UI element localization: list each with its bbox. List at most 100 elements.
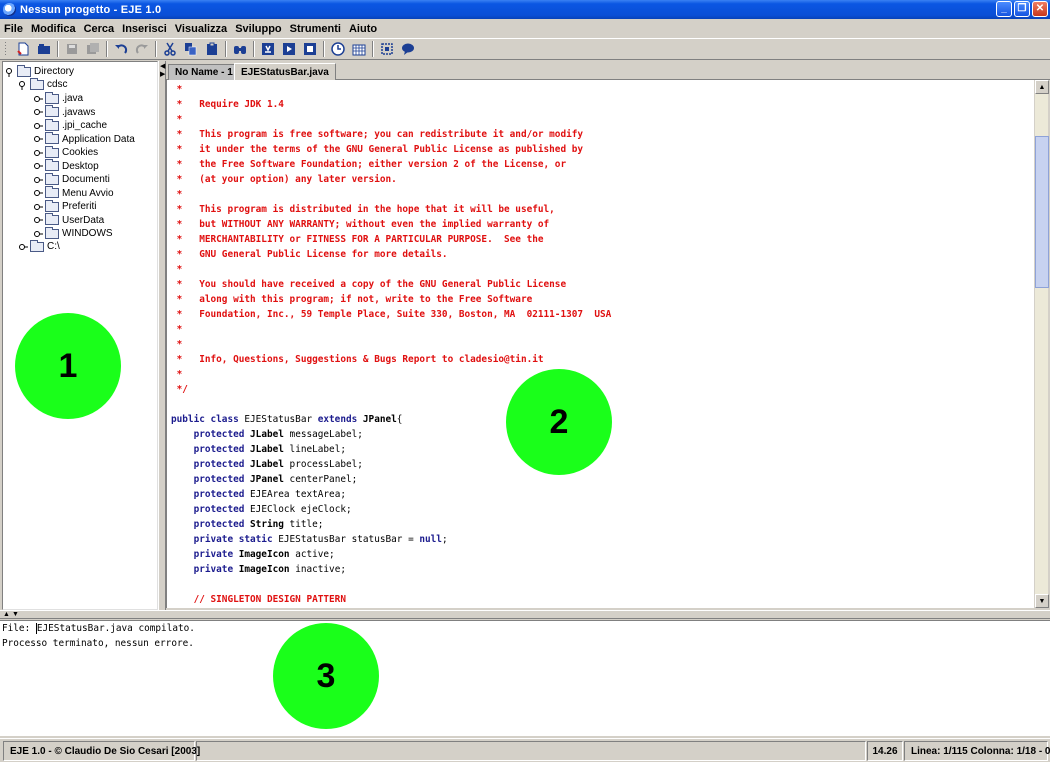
toolbar-separator (323, 41, 325, 57)
save-all-icon[interactable] (84, 41, 101, 57)
collapse-up-icon[interactable]: ▲ (3, 611, 10, 618)
editor-scrollbar[interactable]: ▲ ▼ (1034, 80, 1049, 608)
tree-node-label: .jpi_cache (62, 120, 108, 131)
node-collapsed-icon[interactable] (33, 215, 43, 225)
tree-node-folder[interactable]: Documenti (33, 172, 110, 186)
code-editor[interactable]: * * Require JDK 1.4 * * This program is … (166, 80, 1034, 608)
node-collapsed-icon[interactable] (33, 229, 43, 239)
tree-node-folder[interactable]: Cookies (33, 145, 98, 159)
code-line: * along with this program; if not, write… (171, 292, 611, 307)
compile-icon[interactable] (259, 41, 276, 57)
menu-aiuto[interactable]: Aiuto (345, 23, 381, 35)
code-token: processLabel; (289, 459, 363, 470)
minimize-button[interactable]: _ (996, 1, 1012, 17)
menu-visualizza[interactable]: Visualizza (171, 23, 231, 35)
vertical-splitter[interactable]: ◀ ▶ (158, 61, 166, 610)
calendar-icon[interactable] (350, 41, 367, 57)
toolbar-grip[interactable] (4, 41, 8, 57)
tree-node-folder[interactable]: Desktop (33, 159, 99, 173)
horizontal-splitter[interactable]: ▲ ▼ (0, 610, 1050, 619)
tree-node-folder[interactable]: UserData (33, 213, 104, 227)
menu-strumenti[interactable]: Strumenti (286, 23, 345, 35)
settings-icon[interactable] (378, 41, 395, 57)
code-line: * Foundation, Inc., 59 Temple Place, Sui… (171, 307, 612, 322)
tree-node-label: WINDOWS (62, 228, 113, 239)
maximize-button[interactable]: ❐ (1014, 1, 1030, 17)
app-icon[interactable] (3, 3, 16, 16)
clock-icon[interactable] (329, 41, 346, 57)
tree-node-folder[interactable]: .java (33, 91, 83, 105)
copy-icon[interactable] (182, 41, 199, 57)
scroll-up-button[interactable]: ▲ (1035, 80, 1049, 94)
code-token: * MERCHANTABILITY or FITNESS FOR A PARTI… (171, 234, 544, 245)
tree-node-folder[interactable]: WINDOWS (33, 226, 113, 240)
code-token: * Foundation, Inc., 59 Temple Place, Sui… (171, 309, 612, 320)
arrow-up-icon: ▲ (1038, 83, 1046, 91)
tree-node-folder[interactable]: .jpi_cache (33, 118, 108, 132)
tree-node-label: Menu Avvio (62, 187, 114, 199)
collapse-left-icon[interactable]: ◀ (160, 63, 165, 70)
tree-node-label: .javaws (62, 106, 96, 118)
help-icon[interactable] (399, 41, 416, 57)
node-collapsed-icon[interactable] (33, 94, 43, 104)
open-icon[interactable] (35, 41, 52, 57)
menu-file[interactable]: File (0, 23, 27, 35)
save-icon[interactable] (63, 41, 80, 57)
menu-cerca[interactable]: Cerca (80, 23, 119, 35)
node-collapsed-icon[interactable] (33, 188, 43, 198)
code-line: * the Free Software Foundation; either v… (171, 157, 611, 172)
tree-node-cdsc[interactable]: cdsc (18, 77, 68, 91)
scroll-down-button[interactable]: ▼ (1035, 594, 1049, 608)
tree-node-folder[interactable]: Preferiti (33, 199, 96, 213)
code-line: * (171, 187, 611, 202)
node-expanded-icon[interactable] (5, 67, 15, 77)
undo-icon[interactable] (112, 41, 129, 57)
node-collapsed-icon[interactable] (33, 148, 43, 158)
tab-ejestatusbar[interactable]: EJEStatusBar.java (234, 63, 336, 81)
code-token: active; (295, 549, 335, 560)
debug-icon[interactable] (301, 41, 318, 57)
expand-right-icon[interactable]: ▶ (160, 71, 165, 78)
node-collapsed-icon[interactable] (33, 202, 43, 212)
tree-node-folder[interactable]: Menu Avvio (33, 186, 114, 200)
close-button[interactable]: ✕ (1032, 1, 1048, 17)
menu-sviluppo[interactable]: Sviluppo (231, 23, 285, 35)
node-collapsed-icon[interactable] (33, 121, 43, 131)
node-collapsed-icon[interactable] (18, 242, 28, 252)
code-token: * This program is distributed in the hop… (171, 204, 555, 215)
code-token: * GNU General Public License for more de… (171, 249, 448, 260)
tree-node-drive-c[interactable]: C:\ (18, 239, 60, 253)
menu-modifica[interactable]: Modifica (27, 23, 80, 35)
status-bar: EJE 1.0 - © Claudio De Sio Cesari [2003]… (0, 738, 1050, 762)
tree-node-folder[interactable]: .javaws (33, 105, 96, 119)
code-line: * (171, 82, 611, 97)
find-icon[interactable] (231, 41, 248, 57)
node-expanded-icon[interactable] (18, 80, 28, 90)
expand-down-icon[interactable]: ▼ (12, 611, 19, 618)
redo-icon[interactable] (133, 41, 150, 57)
menu-inserisci[interactable]: Inserisci (118, 23, 171, 35)
marker-number: 3 (316, 656, 336, 695)
new-file-icon[interactable] (14, 41, 31, 57)
copyright-text: EJE 1.0 - © Claudio De Sio Cesari [2003] (10, 745, 201, 757)
node-collapsed-icon[interactable] (33, 175, 43, 185)
status-position: Linea: 1/115 Colonna: 1/18 - 0% (904, 741, 1050, 761)
tab-no-name[interactable]: No Name - 1 (168, 64, 240, 80)
output-console[interactable]: File: EJEStatusBar.java compilato. Proce… (0, 620, 1050, 736)
folder-icon (45, 186, 59, 198)
node-collapsed-icon[interactable] (33, 134, 43, 144)
paste-icon[interactable] (203, 41, 220, 57)
code-token: * This program is free software; you can… (171, 129, 584, 140)
node-collapsed-icon[interactable] (33, 107, 43, 117)
scroll-thumb[interactable] (1035, 136, 1049, 288)
tree-node-directory[interactable]: Directory (5, 64, 74, 78)
cut-icon[interactable] (161, 41, 178, 57)
folder-icon (45, 226, 59, 239)
run-icon[interactable] (280, 41, 297, 57)
tree-node-folder[interactable]: Application Data (33, 132, 135, 146)
code-text[interactable]: * * Require JDK 1.4 * * This program is … (171, 82, 611, 607)
node-collapsed-icon[interactable] (33, 161, 43, 171)
code-token: * (171, 189, 183, 200)
